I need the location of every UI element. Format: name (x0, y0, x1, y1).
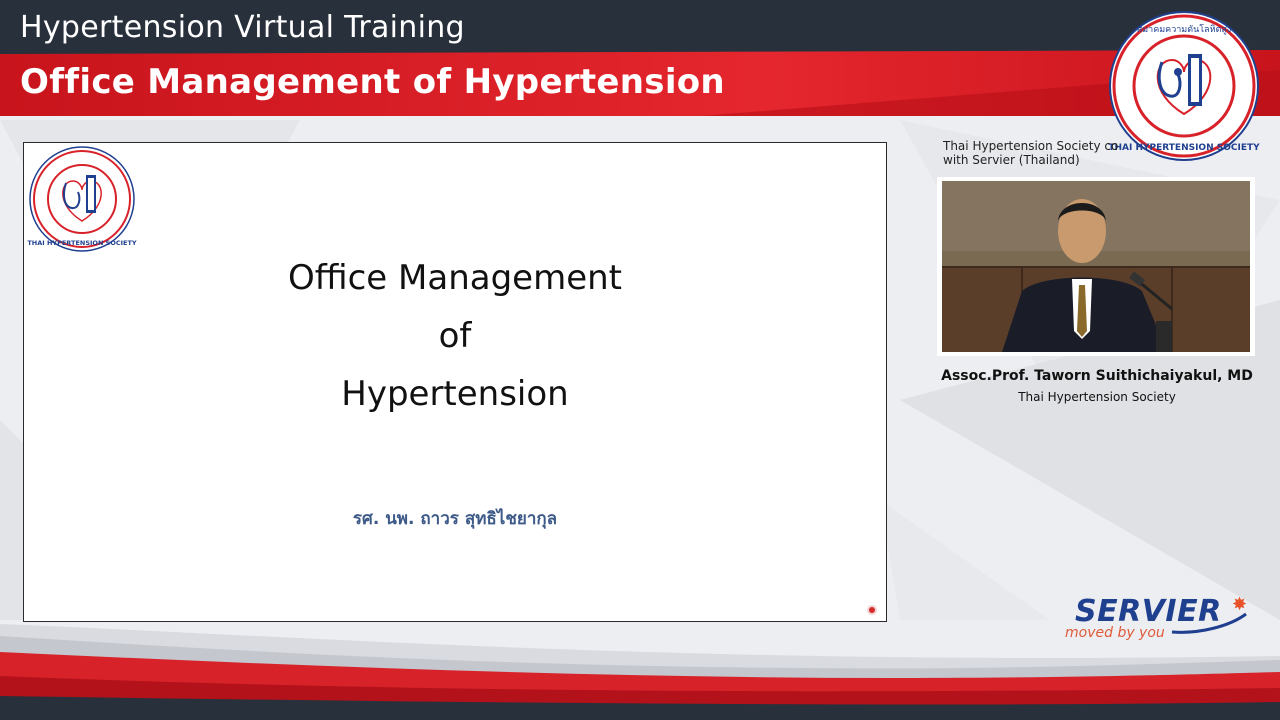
svg-text:THAI HYPERTENSION SOCIETY: THAI HYPERTENSION SOCIETY (27, 239, 137, 247)
slide-author: รศ. นพ. ถาวร สุทธิไชยากุล (352, 509, 558, 529)
slide-title-line-1: Office Management (287, 258, 623, 298)
laser-pointer-dot (867, 605, 877, 615)
svg-text:THAI HYPERTENSION SOCIETY: THAI HYPERTENSION SOCIETY (1108, 143, 1260, 153)
slide-title-line-2: of (438, 316, 472, 356)
slide-logo-icon: THAI HYPERTENSION SOCIETY (27, 146, 137, 252)
speaker-video[interactable] (942, 181, 1250, 352)
thai-hypertension-society-logo-icon: สมาคมความดันโลหิตสูง THAI HYPERTENSION S… (1108, 11, 1260, 161)
speaker-video-image (942, 181, 1250, 352)
session-title: Office Management of Hypertension (20, 62, 725, 102)
speaker-organization: Thai Hypertension Society (1018, 390, 1176, 404)
credit-line-1: Thai Hypertension Society co (943, 139, 1119, 153)
speaker-name: Assoc.Prof. Taworn Suithichaiyakul, MD (941, 368, 1253, 384)
presentation-slide: THAI HYPERTENSION SOCIETY Office Managem… (23, 142, 887, 622)
svg-text:สมาคมความดันโลหิตสูง: สมาคมความดันโลหิตสูง (1137, 24, 1232, 35)
training-title: Hypertension Virtual Training (20, 10, 465, 45)
bottom-red-waves (0, 624, 1280, 720)
slide-title-line-3: Hypertension (341, 374, 569, 414)
credit-text: Thai Hypertension Society co with Servie… (943, 139, 1123, 167)
credit-line-2: with Servier (Thailand) (943, 153, 1080, 167)
